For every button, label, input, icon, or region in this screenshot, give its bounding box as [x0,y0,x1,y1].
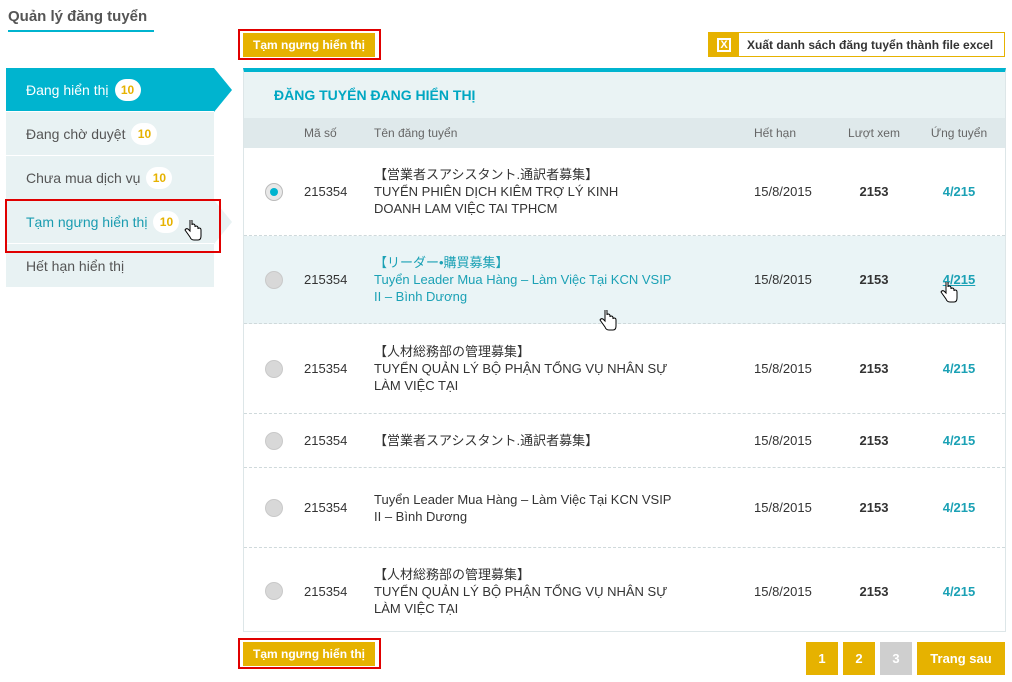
export-excel-button[interactable]: X Xuất danh sách đăng tuyển thành file e… [708,32,1005,57]
row-select-radio[interactable] [265,498,283,517]
row-apply-link[interactable]: 4/215 [919,272,999,287]
suspend-display-button-bottom[interactable]: Tạm ngưng hiển thị [243,642,376,666]
row-views: 2153 [859,500,889,515]
page-button-1[interactable]: 1 [806,642,838,675]
page-button-2[interactable]: 2 [843,642,875,675]
row-id: 215354 [304,361,348,376]
row-name[interactable]: 【リーダー•購買募集】 Tuyển Leader Mua Hàng – Làm V… [374,254,754,305]
row-id: 215354 [304,184,348,199]
export-excel-label: Xuất danh sách đăng tuyển thành file exc… [747,37,994,52]
row-name[interactable]: 【人材総務部の管理募集】 TUYỂN QUẢN LÝ BỘ PHẬN TỔNG V… [374,343,754,394]
row-name[interactable]: 【営業者スアシスタント.通訳者募集】 [374,432,754,449]
row-expiry: 15/8/2015 [754,184,812,199]
count-badge: 10 [131,122,158,145]
table-row[interactable]: 215354 【営業者スアシスタント.通訳者募集】 15/8/2015 2153… [244,414,1005,468]
page-title-underline [8,30,154,32]
row-expiry: 15/8/2015 [754,583,812,599]
row-id: 215354 [304,272,348,287]
page-title: Quản lý đăng tuyển [8,8,148,25]
column-header-id: Mã số [304,126,337,140]
hand-cursor-icon [599,310,617,331]
row-views: 2153 [859,433,889,448]
table-row[interactable]: 215354 【営業者スアシスタント.通訳者募集】 TUYỂN PHIÊN DỊC… [244,148,1005,236]
row-views: 2153 [859,583,889,599]
page-button-3[interactable]: 3 [880,642,912,675]
sidebar-item-unpurchased[interactable]: Chưa mua dịch vụ 10 [6,156,214,200]
excel-icon: X [709,33,739,56]
row-apply-link[interactable]: 4/215 [919,433,999,448]
sidebar-item-label: Đang chờ duyệt [26,125,126,142]
row-expiry: 15/8/2015 [754,433,812,448]
panel-title: ĐĂNG TUYỂN ĐANG HIỂN THỊ [244,72,1005,118]
row-expiry: 15/8/2015 [754,500,812,515]
row-apply-link[interactable]: 4/215 [919,361,999,376]
row-views: 2153 [859,272,889,287]
table-row[interactable]: 215354 【人材総務部の管理募集】 TUYỂN QUẢN LÝ BỘ PHẬN… [244,548,1005,634]
sidebar-item-displaying[interactable]: Đang hiển thị 10 [6,68,232,112]
column-header-expiry: Hết hạn [754,126,797,140]
sidebar-item-label: Chưa mua dịch vụ [26,169,141,186]
row-select-radio[interactable] [265,582,283,600]
row-id: 215354 [304,433,348,448]
row-select-radio[interactable] [265,270,283,289]
table-row[interactable]: 215354 【人材総務部の管理募集】 TUYỂN QUẢN LÝ BỘ PHẬN… [244,324,1005,414]
row-apply-link[interactable]: 4/215 [919,184,999,199]
column-header-apply: Ứng tuyển [930,126,988,140]
row-select-radio[interactable] [265,182,283,201]
row-apply-link[interactable]: 4/215 [919,500,999,515]
hand-cursor-icon [940,282,958,303]
row-expiry: 15/8/2015 [754,272,812,287]
sidebar-item-label: Đang hiển thị [26,81,109,98]
row-apply-link[interactable]: 4/215 [919,584,999,599]
table-header: Mã số Tên đăng tuyển Hết hạn Lượt xem Ứn… [244,118,1005,148]
row-views: 2153 [859,184,889,199]
row-id: 215354 [304,583,348,599]
count-badge: 10 [146,166,173,189]
table-row[interactable]: 215354 Tuyển Leader Mua Hàng – Làm Việc … [244,468,1005,548]
status-sidebar: Đang hiển thị 10 Đang chờ duyệt 10 Chưa … [6,68,232,288]
table-row[interactable]: 215354 【リーダー•購買募集】 Tuyển Leader Mua Hàng … [244,236,1005,324]
sidebar-item-pending[interactable]: Đang chờ duyệt 10 [6,112,214,156]
row-select-radio[interactable] [265,431,283,450]
job-listing-panel: ĐĂNG TUYỂN ĐANG HIỂN THỊ Mã số Tên đăng … [243,68,1006,632]
hand-cursor-icon [184,220,202,241]
row-name[interactable]: 【営業者スアシスタント.通訳者募集】 TUYỂN PHIÊN DỊCH KIÊM … [374,166,754,217]
count-badge: 10 [114,78,141,101]
sidebar-item-label: Hết hạn hiển thị [26,257,125,274]
row-select-radio[interactable] [265,359,283,378]
next-page-button[interactable]: Trang sau [917,642,1005,675]
column-header-name: Tên đăng tuyển [374,125,458,140]
row-name[interactable]: Tuyển Leader Mua Hàng – Làm Việc Tại KCN… [374,491,754,525]
row-name[interactable]: 【人材総務部の管理募集】 TUYỂN QUẢN LÝ BỘ PHẬN TỔNG V… [374,566,754,617]
row-id: 215354 [304,500,348,515]
suspend-display-button-top[interactable]: Tạm ngưng hiển thị [243,33,376,57]
row-expiry: 15/8/2015 [754,361,812,376]
column-header-views: Lượt xem [848,126,900,140]
row-views: 2153 [859,361,889,376]
